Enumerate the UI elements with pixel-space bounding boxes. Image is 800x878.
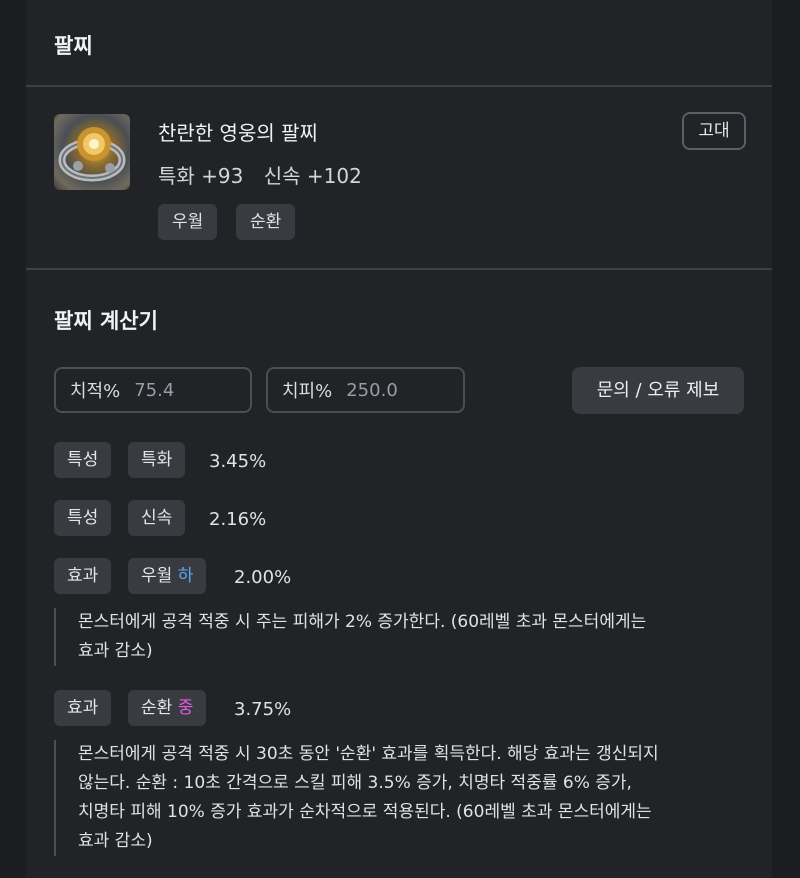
stat-specialization: 특화 +93 [158, 164, 244, 188]
crit-rate-field[interactable]: 치적% 75.4 [54, 367, 252, 413]
effect-grade: 중 [177, 698, 194, 718]
crit-damage-input[interactable]: 250.0 [346, 380, 398, 401]
row-type-chip: 효과 [54, 558, 112, 594]
effect-description: 몬스터에게 공격 적중 시 30초 동안 '순환' 효과를 획득한다. 해당 효… [54, 740, 659, 856]
item-name: 찬란한 영웅의 팔찌 [158, 121, 318, 145]
report-button[interactable]: 문의 / 오류 제보 [572, 367, 744, 414]
row-name-chip: 특화 [128, 442, 186, 478]
crit-damage-field[interactable]: 치피% 250.0 [266, 367, 465, 413]
description-line: 치명타 피해 10% 증가 효과가 순차적으로 적용된다. (60레벨 초과 몬… [78, 802, 652, 822]
item-stats: 특화 +93 신속 +102 [158, 160, 362, 189]
crit-rate-input[interactable]: 75.4 [134, 380, 174, 401]
divider [26, 268, 772, 270]
description-line: 않는다. 순환 : 10초 간격으로 스킬 피해 3.5% 증가, 치명타 적중… [78, 773, 632, 793]
row-value: 2.16% [209, 509, 267, 530]
bracelet-icon [54, 114, 130, 190]
row-type-chip: 특성 [54, 442, 112, 478]
effect-name: 순환 [141, 698, 173, 718]
item-tag: 우월 [158, 204, 218, 240]
item-tag: 순환 [236, 204, 296, 240]
row-type-chip: 특성 [54, 500, 112, 536]
row-value: 2.00% [234, 567, 292, 588]
row-type-chip: 효과 [54, 690, 112, 726]
effect-grade: 하 [177, 566, 194, 586]
description-line: 효과 감소) [78, 831, 153, 851]
row-value: 3.75% [234, 699, 292, 720]
description-line: 몬스터에게 공격 적중 시 30초 동안 '순환' 효과를 획득한다. 해당 효… [78, 744, 659, 764]
effect-description: 몬스터에게 공격 적중 시 주는 피해가 2% 증가한다. (60레벨 초과 몬… [54, 608, 646, 666]
crit-rate-label: 치적% [70, 381, 121, 402]
section-title-bracelet: 팔찌 [54, 34, 93, 58]
grade-badge: 고대 [682, 112, 746, 150]
description-line: 효과 감소) [78, 641, 153, 661]
row-name-chip: 우월 하 [128, 558, 207, 594]
row-name-chip: 순환 중 [128, 690, 207, 726]
stat-swiftness: 신속 +102 [263, 164, 362, 188]
effect-name: 우월 [141, 566, 173, 586]
row-value: 3.45% [209, 451, 267, 472]
divider [26, 85, 772, 87]
section-title-calculator: 팔찌 계산기 [54, 309, 158, 333]
description-line: 몬스터에게 공격 적중 시 주는 피해가 2% 증가한다. (60레벨 초과 몬… [78, 612, 647, 632]
row-name-chip: 신속 [128, 500, 186, 536]
crit-damage-label: 치피% [282, 381, 333, 402]
